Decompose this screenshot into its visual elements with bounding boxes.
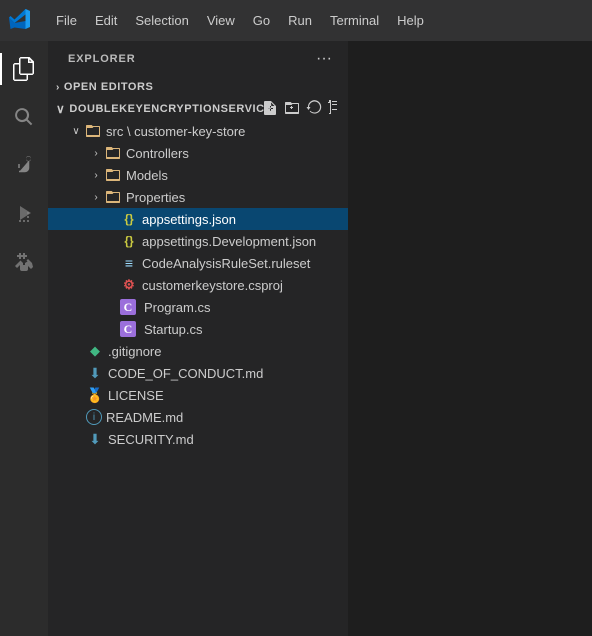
models-chevron: › bbox=[88, 170, 104, 181]
startup-cs-item[interactable]: C Startup.cs bbox=[48, 318, 348, 340]
ruleset-item[interactable]: ≡ CodeAnalysisRuleSet.ruleset bbox=[48, 252, 348, 274]
models-label: Models bbox=[126, 168, 340, 183]
gitignore-item[interactable]: ◆ .gitignore bbox=[48, 340, 348, 362]
activity-explorer[interactable] bbox=[0, 45, 48, 93]
security-label: SECURITY.md bbox=[108, 432, 340, 447]
controllers-folder-icon bbox=[104, 145, 122, 161]
ruleset-icon: ≡ bbox=[120, 255, 138, 271]
editor-area bbox=[348, 41, 592, 636]
explorer-title: EXPLORER bbox=[68, 53, 136, 65]
open-editors-section[interactable]: › OPEN EDITORS bbox=[48, 76, 348, 98]
menu-items: File Edit Selection View Go Run Terminal… bbox=[48, 9, 432, 32]
more-actions-button[interactable]: ··· bbox=[312, 48, 336, 70]
src-folder-chevron: ∨ bbox=[68, 126, 84, 137]
menu-selection[interactable]: Selection bbox=[127, 9, 196, 32]
src-folder-label: src \ customer-key-store bbox=[106, 124, 340, 139]
vscode-logo bbox=[8, 7, 40, 34]
sidebar-actions: ··· bbox=[312, 48, 336, 70]
program-cs-label: Program.cs bbox=[144, 300, 340, 315]
main-layout: EXPLORER ··· › OPEN EDITORS ∨ DOUBLEKEYE… bbox=[0, 41, 592, 636]
appsettings-dev-label: appsettings.Development.json bbox=[142, 234, 340, 249]
menu-bar: File Edit Selection View Go Run Terminal… bbox=[0, 0, 592, 41]
security-icon: ⬇ bbox=[86, 431, 104, 448]
sidebar-header: EXPLORER ··· bbox=[48, 41, 348, 76]
workspace-label: DOUBLEKEYENCRYPTIONSERVICE bbox=[69, 103, 272, 115]
csproj-label: customerkeystore.csproj bbox=[142, 278, 340, 293]
workspace-section[interactable]: ∨ DOUBLEKEYENCRYPTIONSERVICE bbox=[48, 98, 348, 120]
gitignore-icon: ◆ bbox=[86, 343, 104, 359]
models-folder[interactable]: › Models bbox=[48, 164, 348, 186]
appsettings-json-item[interactable]: {} appsettings.json bbox=[48, 208, 348, 230]
menu-go[interactable]: Go bbox=[245, 9, 278, 32]
appsettings-dev-json-item[interactable]: {} appsettings.Development.json bbox=[48, 230, 348, 252]
menu-help[interactable]: Help bbox=[389, 9, 432, 32]
new-file-icon[interactable] bbox=[262, 100, 278, 119]
src-folder-item[interactable]: ∨ src \ customer-key-store bbox=[48, 120, 348, 142]
ruleset-label: CodeAnalysisRuleSet.ruleset bbox=[142, 256, 340, 271]
controllers-chevron: › bbox=[88, 148, 104, 159]
open-editors-chevron: › bbox=[56, 82, 60, 93]
program-cs-item[interactable]: C Program.cs bbox=[48, 296, 348, 318]
activity-source-control[interactable] bbox=[0, 141, 48, 189]
collapse-icon[interactable] bbox=[328, 100, 344, 119]
csproj-item[interactable]: ⚙ customerkeystore.csproj bbox=[48, 274, 348, 296]
activity-bar bbox=[0, 41, 48, 636]
license-item[interactable]: 🏅 LICENSE bbox=[48, 384, 348, 406]
models-folder-icon bbox=[104, 167, 122, 183]
controllers-label: Controllers bbox=[126, 146, 340, 161]
menu-run[interactable]: Run bbox=[280, 9, 320, 32]
controllers-folder[interactable]: › Controllers bbox=[48, 142, 348, 164]
license-label: LICENSE bbox=[108, 388, 340, 403]
readme-item[interactable]: i README.md bbox=[48, 406, 348, 428]
properties-folder[interactable]: › Properties bbox=[48, 186, 348, 208]
menu-view[interactable]: View bbox=[199, 9, 243, 32]
activity-run-debug[interactable] bbox=[0, 189, 48, 237]
readme-label: README.md bbox=[106, 410, 340, 425]
gitignore-label: .gitignore bbox=[108, 344, 340, 359]
properties-chevron: › bbox=[88, 192, 104, 203]
menu-edit[interactable]: Edit bbox=[87, 9, 125, 32]
startup-cs-label: Startup.cs bbox=[144, 322, 340, 337]
appsettings-json-label: appsettings.json bbox=[142, 212, 340, 227]
properties-folder-icon bbox=[104, 189, 122, 205]
program-cs-icon: C bbox=[120, 299, 136, 315]
license-icon: 🏅 bbox=[86, 387, 104, 404]
startup-cs-icon: C bbox=[120, 321, 136, 337]
security-item[interactable]: ⬇ SECURITY.md bbox=[48, 428, 348, 450]
sidebar: EXPLORER ··· › OPEN EDITORS ∨ DOUBLEKEYE… bbox=[48, 41, 348, 636]
activity-search[interactable] bbox=[0, 93, 48, 141]
explorer-tree[interactable]: › OPEN EDITORS ∨ DOUBLEKEYENCRYPTIONSERV… bbox=[48, 76, 348, 636]
activity-extensions[interactable] bbox=[0, 237, 48, 285]
menu-terminal[interactable]: Terminal bbox=[322, 9, 387, 32]
code-of-conduct-label: CODE_OF_CONDUCT.md bbox=[108, 366, 340, 381]
workspace-chevron: ∨ bbox=[56, 102, 65, 116]
csproj-icon: ⚙ bbox=[120, 277, 138, 293]
appsettings-dev-icon: {} bbox=[120, 234, 138, 248]
code-of-conduct-item[interactable]: ⬇ CODE_OF_CONDUCT.md bbox=[48, 362, 348, 384]
open-editors-label: OPEN EDITORS bbox=[64, 81, 154, 93]
new-folder-icon[interactable] bbox=[284, 100, 300, 119]
src-folder-icon bbox=[84, 123, 102, 139]
menu-file[interactable]: File bbox=[48, 9, 85, 32]
workspace-toolbar bbox=[262, 100, 344, 119]
properties-label: Properties bbox=[126, 190, 340, 205]
refresh-icon[interactable] bbox=[306, 100, 322, 119]
readme-icon: i bbox=[86, 409, 102, 425]
appsettings-json-icon: {} bbox=[120, 212, 138, 226]
code-of-conduct-icon: ⬇ bbox=[86, 365, 104, 382]
